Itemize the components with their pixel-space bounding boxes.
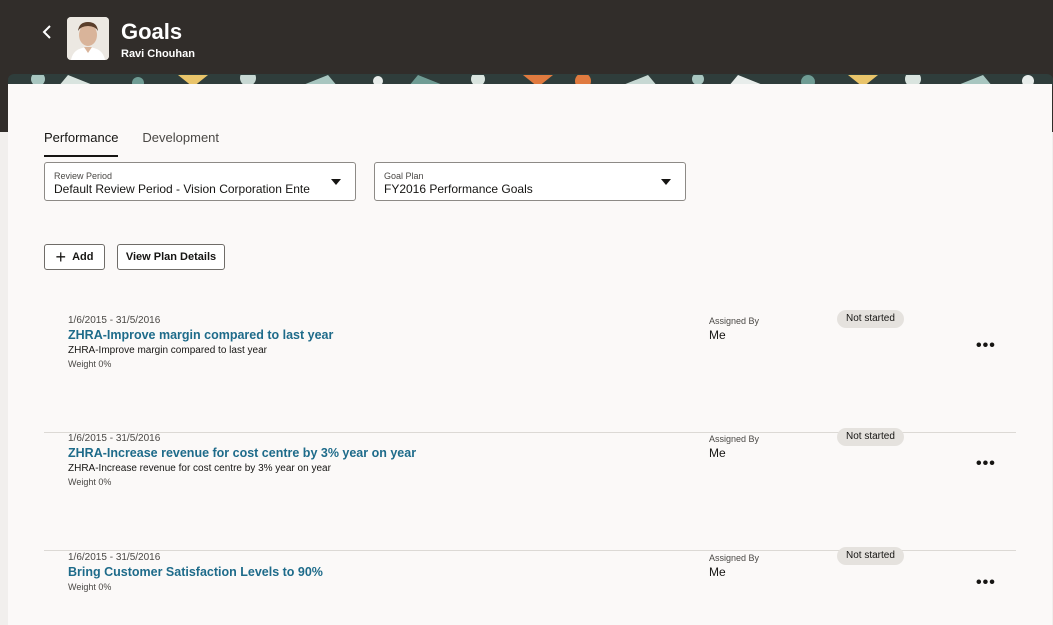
goal-plan-value: FY2016 Performance Goals bbox=[384, 182, 533, 196]
goal-title-link[interactable]: ZHRA-Increase revenue for cost centre by… bbox=[68, 446, 416, 460]
chevron-down-icon bbox=[661, 179, 671, 185]
add-button-label: Add bbox=[72, 251, 94, 263]
goal-row: 1/6/2015 - 31/5/2016 Bring Customer Sati… bbox=[44, 547, 1016, 622]
back-button[interactable] bbox=[38, 21, 58, 43]
chevron-down-icon bbox=[331, 179, 341, 185]
goal-row: 1/6/2015 - 31/5/2016 ZHRA-Increase reven… bbox=[44, 428, 1016, 551]
more-actions-icon[interactable]: ••• bbox=[976, 574, 996, 592]
assigned-by-value: Me bbox=[709, 328, 726, 342]
goal-title-link[interactable]: Bring Customer Satisfaction Levels to 90… bbox=[68, 565, 323, 579]
goal-description: ZHRA-Increase revenue for cost centre by… bbox=[68, 463, 331, 474]
goal-title-link[interactable]: ZHRA-Improve margin compared to last yea… bbox=[68, 328, 333, 342]
add-goal-button[interactable]: + Add bbox=[44, 244, 105, 270]
tab-performance[interactable]: Performance bbox=[44, 130, 119, 157]
page-title: Goals bbox=[121, 19, 183, 44]
status-badge: Not started bbox=[837, 428, 904, 446]
more-actions-icon[interactable]: ••• bbox=[976, 337, 996, 355]
status-badge: Not started bbox=[837, 310, 904, 328]
assigned-by-label: Assigned By bbox=[709, 316, 760, 326]
chevron-left-icon bbox=[42, 25, 51, 39]
goal-plan-label: Goal Plan bbox=[384, 171, 424, 181]
avatar bbox=[67, 17, 109, 60]
goal-date-range: 1/6/2015 - 31/5/2016 bbox=[68, 433, 161, 444]
review-period-select[interactable]: Review Period Default Review Period - Vi… bbox=[44, 162, 356, 201]
goal-date-range: 1/6/2015 - 31/5/2016 bbox=[68, 315, 161, 326]
tab-bar: Performance Development bbox=[44, 130, 219, 157]
status-badge: Not started bbox=[837, 547, 904, 565]
more-actions-icon[interactable]: ••• bbox=[976, 455, 996, 473]
goal-date-range: 1/6/2015 - 31/5/2016 bbox=[68, 552, 161, 563]
goal-description: ZHRA-Improve margin compared to last yea… bbox=[68, 345, 267, 356]
assigned-by-label: Assigned By bbox=[709, 434, 760, 444]
goal-row: 1/6/2015 - 31/5/2016 ZHRA-Improve margin… bbox=[44, 310, 1016, 433]
tab-development[interactable]: Development bbox=[142, 130, 219, 157]
goal-weight: Weight 0% bbox=[68, 359, 112, 369]
assigned-by-label: Assigned By bbox=[709, 553, 760, 563]
view-plan-details-button[interactable]: View Plan Details bbox=[117, 244, 225, 270]
goal-weight: Weight 0% bbox=[68, 582, 112, 592]
goal-plan-select[interactable]: Goal Plan FY2016 Performance Goals bbox=[374, 162, 686, 201]
goal-weight: Weight 0% bbox=[68, 477, 112, 487]
review-period-value: Default Review Period - Vision Corporati… bbox=[54, 182, 310, 196]
assigned-by-value: Me bbox=[709, 446, 726, 460]
assigned-by-value: Me bbox=[709, 565, 726, 579]
goals-card: Performance Development Review Period De… bbox=[8, 84, 1052, 625]
plus-icon: + bbox=[55, 247, 67, 267]
person-name: Ravi Chouhan bbox=[121, 48, 195, 60]
review-period-label: Review Period bbox=[54, 171, 113, 181]
